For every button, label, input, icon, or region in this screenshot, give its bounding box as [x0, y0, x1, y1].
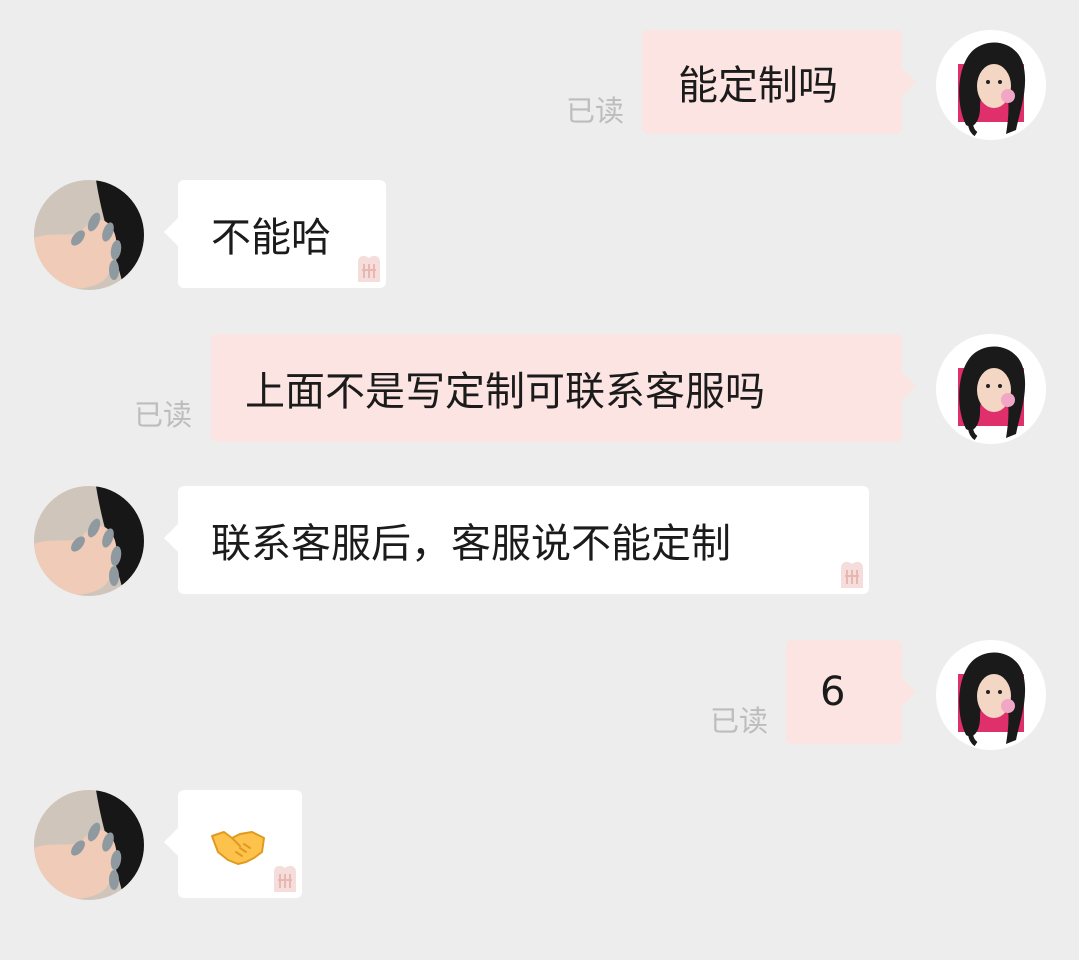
- girl-portrait-avatar-icon: [936, 640, 1046, 750]
- handshake-emoji-icon: [211, 831, 265, 865]
- message-text: 上面不是写定制可联系客服吗: [245, 369, 765, 415]
- manicured-hand-avatar-icon: [34, 486, 144, 596]
- watermark-icon: [837, 558, 867, 594]
- message-text: 联系客服后，客服说不能定制: [211, 521, 731, 567]
- read-receipt: 已读: [710, 704, 769, 738]
- watermark-icon: [354, 252, 384, 288]
- read-receipt: 已读: [134, 398, 193, 432]
- my-avatar[interactable]: [936, 30, 1046, 140]
- girl-portrait-avatar-icon: [936, 30, 1046, 140]
- message-bubble-received[interactable]: [164, 790, 302, 898]
- message-bubble-sent[interactable]: 上面不是写定制可联系客服吗: [211, 334, 916, 442]
- my-avatar[interactable]: [936, 334, 1046, 444]
- message-bubble-sent[interactable]: 6: [786, 640, 916, 744]
- watermark-icon: [270, 862, 300, 898]
- contact-avatar[interactable]: [34, 180, 144, 290]
- my-avatar[interactable]: [936, 640, 1046, 750]
- message-bubble-received[interactable]: 不能哈: [164, 180, 386, 288]
- manicured-hand-avatar-icon: [34, 790, 144, 900]
- message-bubble-sent[interactable]: 能定制吗: [642, 30, 916, 134]
- read-receipt: 已读: [566, 94, 625, 128]
- message-bubble-received[interactable]: 联系客服后，客服说不能定制: [164, 486, 869, 594]
- manicured-hand-avatar-icon: [34, 180, 144, 290]
- message-text: 能定制吗: [678, 63, 838, 109]
- message-text: 不能哈: [211, 215, 331, 261]
- contact-avatar[interactable]: [34, 486, 144, 596]
- girl-portrait-avatar-icon: [936, 334, 1046, 444]
- message-text: 6: [820, 669, 846, 715]
- contact-avatar[interactable]: [34, 790, 144, 900]
- chat-area: 能定制吗 已读 不能哈 上面不是写定制可联系客服吗 已读 联系客服后，客服说不能…: [0, 0, 1079, 960]
